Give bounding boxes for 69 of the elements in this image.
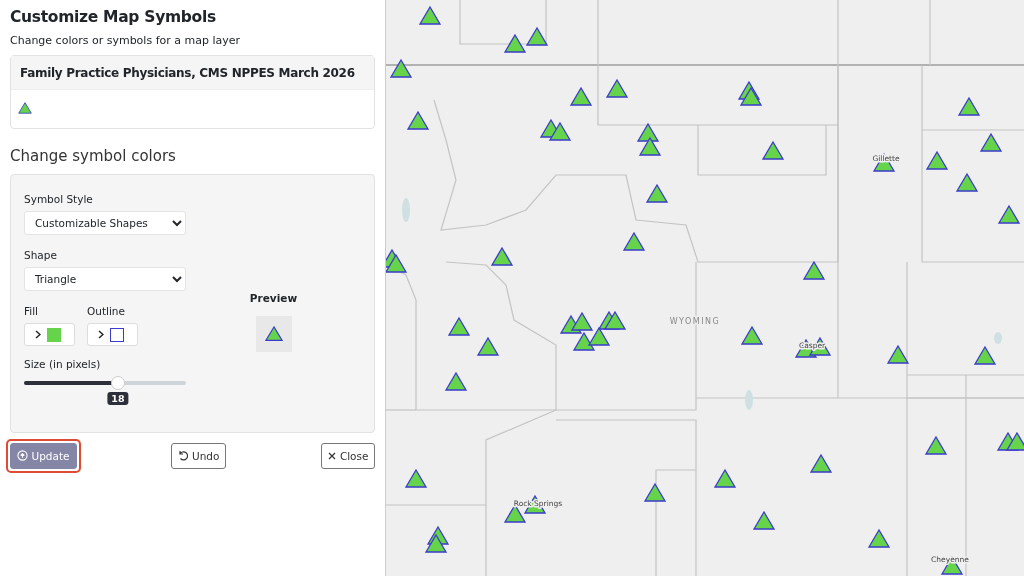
triangle-marker[interactable] — [418, 5, 442, 25]
triangle-marker[interactable] — [713, 468, 737, 488]
triangle-marker[interactable] — [638, 136, 662, 156]
triangle-marker[interactable] — [740, 325, 764, 345]
triangle-marker[interactable] — [645, 183, 669, 203]
triangle-marker[interactable] — [622, 231, 646, 251]
triangle-preview-icon — [264, 325, 283, 342]
triangle-marker[interactable] — [490, 246, 514, 266]
cloud-upload-icon — [16, 450, 28, 461]
section-title: Change symbol colors — [10, 147, 177, 165]
triangle-marker[interactable] — [809, 453, 833, 473]
slider-value: 18 — [107, 392, 129, 405]
triangle-marker[interactable] — [587, 326, 611, 346]
update-button[interactable]: Update — [9, 442, 77, 469]
triangle-marker[interactable] — [386, 253, 408, 273]
symbol-style-select[interactable]: Customizable Shapes — [24, 211, 186, 235]
triangle-marker[interactable] — [476, 336, 500, 356]
size-slider[interactable] — [24, 376, 186, 390]
triangle-marker[interactable] — [802, 260, 826, 280]
color-picker-button[interactable] — [87, 323, 138, 346]
triangle-marker[interactable] — [424, 533, 448, 553]
triangle-marker[interactable] — [389, 58, 413, 78]
shape-select[interactable]: Triangle — [24, 267, 186, 291]
triangle-symbol-icon — [18, 102, 32, 114]
field-label: Size (in pixels) — [24, 358, 102, 370]
triangle-marker[interactable] — [406, 110, 430, 130]
triangle-marker[interactable] — [548, 121, 572, 141]
undo-icon — [178, 450, 188, 461]
triangle-marker[interactable] — [444, 371, 468, 391]
triangle-marker[interactable] — [973, 345, 997, 365]
slider-thumb[interactable] — [110, 376, 125, 390]
triangle-marker[interactable] — [636, 122, 660, 142]
layer-name: Family Practice Physicians, CMS NPPES March 2026 — [11, 56, 374, 90]
triangle-marker[interactable] — [957, 96, 981, 116]
triangle-marker[interactable] — [572, 331, 596, 351]
state-label: WYOMING — [669, 317, 721, 326]
triangle-marker[interactable] — [752, 510, 776, 530]
triangle-marker[interactable] — [605, 78, 629, 98]
triangle-marker[interactable] — [997, 204, 1021, 224]
close-icon — [327, 451, 336, 460]
triangle-marker[interactable] — [603, 310, 627, 330]
preview-label: Preview — [249, 291, 298, 304]
triangle-marker[interactable] — [979, 132, 1003, 152]
panel-subtitle: Change colors or symbols for a map layer — [10, 34, 242, 47]
close-button[interactable]: Close — [320, 442, 376, 469]
triangle-marker[interactable] — [867, 528, 891, 548]
triangle-marker[interactable] — [569, 86, 593, 106]
triangle-marker[interactable] — [643, 482, 667, 502]
triangle-marker[interactable] — [955, 172, 979, 192]
triangle-marker[interactable] — [570, 311, 594, 331]
triangle-marker[interactable] — [761, 140, 785, 160]
panel-title: Customize Map Symbols — [10, 8, 217, 26]
triangle-marker[interactable] — [404, 468, 428, 488]
triangle-marker[interactable] — [886, 344, 910, 364]
chevron-icon — [35, 330, 41, 339]
undo-button[interactable]: Undo — [171, 442, 227, 469]
field-label: Shape — [24, 249, 58, 261]
triangle-marker[interactable] — [739, 86, 763, 106]
color-picker-button[interactable] — [24, 323, 75, 346]
triangle-marker[interactable] — [925, 150, 949, 170]
field-label: Outline — [87, 305, 126, 317]
triangle-marker[interactable] — [1005, 431, 1024, 451]
field-label: Symbol Style — [24, 193, 94, 205]
chevron-icon — [98, 330, 104, 339]
triangle-marker[interactable] — [924, 435, 948, 455]
triangle-marker[interactable] — [503, 33, 527, 53]
triangle-marker[interactable] — [525, 26, 549, 46]
field-label: Fill — [24, 305, 40, 317]
triangle-marker[interactable] — [447, 316, 471, 336]
